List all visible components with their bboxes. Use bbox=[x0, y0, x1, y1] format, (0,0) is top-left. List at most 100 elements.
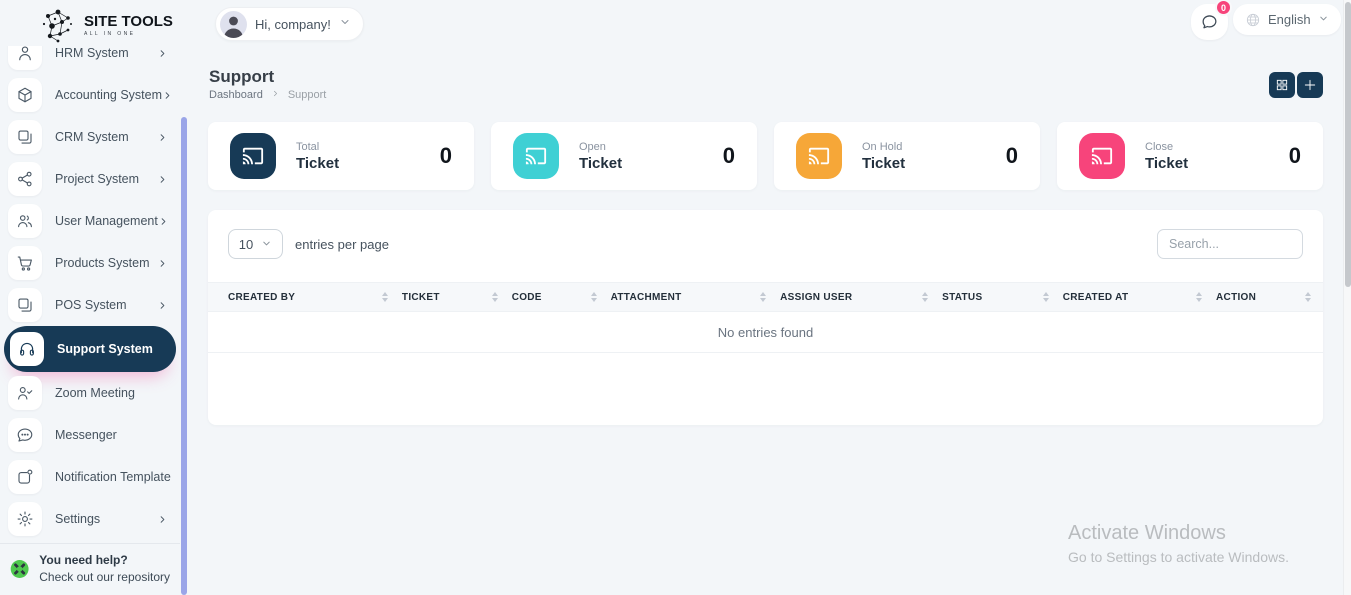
sidebar-item-accounting-system[interactable]: Accounting System bbox=[0, 74, 180, 116]
column-header-created-by[interactable]: CREATED BY bbox=[228, 292, 402, 303]
sidebar-item-pos-system[interactable]: POS System bbox=[0, 284, 180, 326]
sidebar-item-products-system[interactable]: Products System bbox=[0, 242, 180, 284]
brand-logo[interactable]: SITE TOOLS ALL IN ONE bbox=[38, 4, 173, 46]
page-title: Support bbox=[209, 67, 274, 87]
notification-template-icon bbox=[8, 460, 42, 494]
sidebar-item-user-management[interactable]: User Management bbox=[0, 200, 180, 242]
sidebar-item-label: Zoom Meeting bbox=[55, 386, 168, 400]
chevron-right-icon bbox=[157, 300, 168, 311]
chevron-down-icon bbox=[1318, 11, 1329, 29]
stat-entity: Ticket bbox=[1145, 155, 1289, 172]
column-header-created-at[interactable]: CREATED AT bbox=[1063, 292, 1216, 303]
network-logo-icon bbox=[38, 4, 80, 46]
headphones-icon bbox=[10, 332, 44, 366]
sort-icon bbox=[1305, 292, 1311, 302]
stat-value: 0 bbox=[440, 143, 452, 169]
sort-icon bbox=[492, 292, 498, 302]
language-selector[interactable]: English bbox=[1233, 4, 1341, 35]
sidebar-item-support-system[interactable]: Support System bbox=[4, 326, 176, 372]
sidebar-item-notification-template[interactable]: Notification Template bbox=[0, 456, 180, 498]
sidebar-item-label: POS System bbox=[55, 298, 157, 312]
windows-stack-icon bbox=[8, 120, 42, 154]
sidebar-item-label: HRM System bbox=[55, 46, 157, 60]
brand-name: SITE TOOLS bbox=[84, 14, 173, 30]
breadcrumb-dashboard-link[interactable]: Dashboard bbox=[209, 89, 263, 101]
sidebar-nav: HRM System Accounting System CRM Syste bbox=[0, 46, 180, 544]
sort-icon bbox=[1196, 292, 1202, 302]
page-size-value: 10 bbox=[239, 237, 253, 252]
share-icon bbox=[8, 162, 42, 196]
page-scrollbar[interactable] bbox=[1343, 0, 1351, 595]
sort-icon bbox=[760, 292, 766, 302]
column-header-code[interactable]: CODE bbox=[512, 292, 611, 303]
search-input[interactable] bbox=[1157, 229, 1303, 259]
user-menu-button[interactable]: Hi, company! bbox=[215, 7, 364, 41]
sidebar-item-project-system[interactable]: Project System bbox=[0, 158, 180, 200]
column-header-ticket[interactable]: TICKET bbox=[402, 292, 512, 303]
column-header-status[interactable]: STATUS bbox=[942, 292, 1063, 303]
entries-per-page-select[interactable]: 10 bbox=[228, 229, 283, 259]
sidebar-item-zoom-meeting[interactable]: Zoom Meeting bbox=[0, 372, 180, 414]
user-icon bbox=[8, 46, 42, 70]
stat-entity: Ticket bbox=[296, 155, 440, 172]
grid-icon bbox=[1275, 78, 1289, 92]
add-ticket-button[interactable] bbox=[1297, 72, 1323, 98]
tickets-panel: 10 entries per page CREATED BY TICKET CO… bbox=[208, 210, 1323, 425]
chevron-right-icon bbox=[157, 174, 168, 185]
sidebar-item-messenger[interactable]: Messenger bbox=[0, 414, 180, 456]
chevron-down-icon bbox=[261, 237, 272, 252]
column-header-attachment[interactable]: ATTACHMENT bbox=[611, 292, 781, 303]
sidebar-help-link[interactable]: You need help? Check out our repository bbox=[0, 543, 180, 590]
plus-icon bbox=[1303, 78, 1317, 92]
stat-label: Total bbox=[296, 141, 440, 153]
chevron-right-icon bbox=[271, 89, 280, 101]
column-header-action[interactable]: ACTION bbox=[1216, 292, 1315, 303]
column-header-assign-user[interactable]: ASSIGN USER bbox=[780, 292, 942, 303]
grid-view-button[interactable] bbox=[1269, 72, 1295, 98]
help-title: You need help? bbox=[39, 553, 170, 567]
stat-entity: Ticket bbox=[862, 155, 1006, 172]
chevron-right-icon bbox=[157, 258, 168, 269]
page-scrollbar-thumb[interactable] bbox=[1345, 2, 1351, 287]
sidebar-item-label: Notification Template bbox=[55, 470, 171, 484]
windows-stack-icon bbox=[8, 288, 42, 322]
cube-icon bbox=[8, 78, 42, 112]
sidebar-item-label: Messenger bbox=[55, 428, 168, 442]
watermark-subtitle: Go to Settings to activate Windows. bbox=[1068, 549, 1289, 565]
gear-icon bbox=[8, 502, 42, 536]
notification-count-badge: 0 bbox=[1215, 0, 1232, 16]
users-icon bbox=[8, 204, 42, 238]
table-header-row: CREATED BY TICKET CODE ATTACHMENT ASSIGN… bbox=[208, 282, 1323, 312]
sort-icon bbox=[382, 292, 388, 302]
cast-icon bbox=[513, 133, 559, 179]
help-subtitle: Check out our repository bbox=[39, 570, 170, 584]
stat-card-total-ticket: Total Ticket 0 bbox=[208, 122, 474, 190]
sort-icon bbox=[922, 292, 928, 302]
sidebar-item-label: Settings bbox=[55, 512, 157, 526]
chevron-right-icon bbox=[157, 48, 168, 59]
brand-tagline: ALL IN ONE bbox=[84, 31, 173, 37]
sidebar-item-label: Support System bbox=[57, 342, 166, 356]
breadcrumb: Dashboard Support bbox=[209, 89, 326, 101]
notifications-button[interactable]: 0 bbox=[1191, 4, 1228, 40]
stat-card-close-ticket: Close Ticket 0 bbox=[1057, 122, 1323, 190]
stat-card-onhold-ticket: On Hold Ticket 0 bbox=[774, 122, 1040, 190]
entries-per-page-label: entries per page bbox=[295, 237, 389, 252]
cart-icon bbox=[8, 246, 42, 280]
help-life-ring-icon bbox=[10, 555, 29, 583]
cast-icon bbox=[230, 133, 276, 179]
avatar bbox=[220, 11, 247, 38]
language-label: English bbox=[1268, 12, 1311, 27]
stat-value: 0 bbox=[1006, 143, 1018, 169]
empty-state-row: No entries found bbox=[208, 313, 1323, 353]
sidebar-scrollbar[interactable] bbox=[181, 117, 187, 595]
sidebar-item-hrm-system[interactable]: HRM System bbox=[0, 46, 180, 74]
activate-windows-watermark: Activate Windows Go to Settings to activ… bbox=[1068, 522, 1289, 565]
sort-icon bbox=[591, 292, 597, 302]
sidebar-item-settings[interactable]: Settings bbox=[0, 498, 180, 540]
sidebar-item-label: Project System bbox=[55, 172, 157, 186]
chevron-right-icon bbox=[162, 90, 173, 101]
stat-cards: Total Ticket 0 Open Ticket 0 On Hold Tic… bbox=[208, 122, 1323, 190]
sidebar-item-crm-system[interactable]: CRM System bbox=[0, 116, 180, 158]
stat-label: Open bbox=[579, 141, 723, 153]
